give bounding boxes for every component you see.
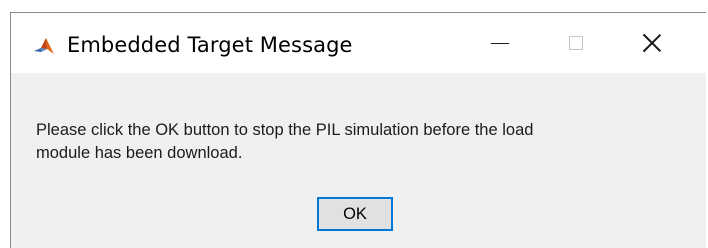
minimize-button[interactable]: [469, 13, 531, 73]
message-line-1: Please click the OK button to stop the P…: [36, 121, 534, 139]
dialog-window: Embedded Target Message Please click the…: [10, 12, 706, 248]
minimize-icon: [491, 42, 509, 44]
message-text: Please click the OK button to stop the P…: [36, 119, 696, 165]
title-bar[interactable]: Embedded Target Message: [11, 13, 706, 73]
close-icon: [642, 33, 662, 53]
message-line-2: module has been download.: [36, 144, 243, 162]
matlab-icon: [34, 38, 54, 54]
maximize-icon: [569, 36, 583, 50]
maximize-button[interactable]: [545, 13, 607, 73]
ok-button[interactable]: OK: [317, 197, 393, 231]
close-button[interactable]: [621, 13, 683, 73]
window-title: Embedded Target Message: [67, 33, 353, 57]
